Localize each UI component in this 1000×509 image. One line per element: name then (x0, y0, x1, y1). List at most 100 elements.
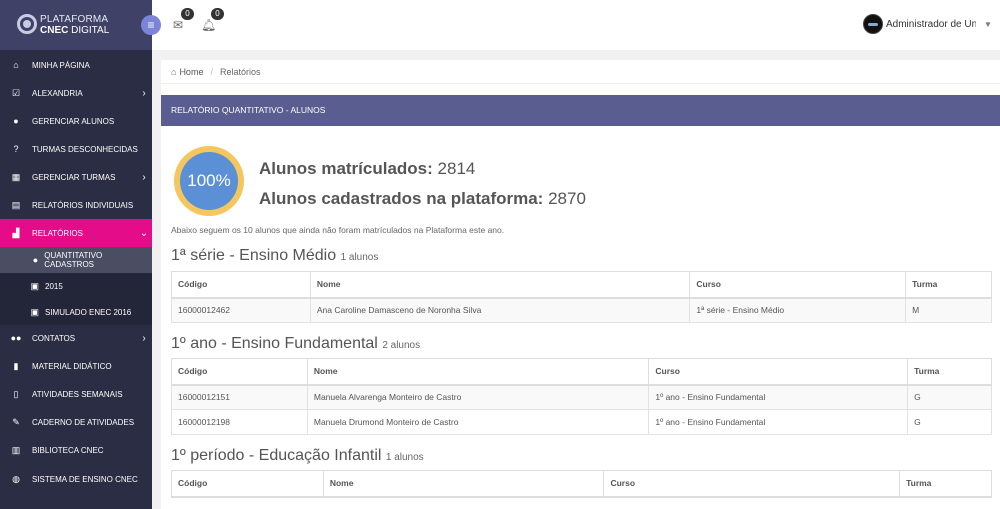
cell-codigo: 16000012198 (171, 409, 308, 435)
globe-icon: ◍ (12, 473, 20, 484)
edit-icon: ✎ (12, 416, 20, 427)
column-header-curso[interactable]: Curso (603, 470, 901, 498)
users-icon: ●● (10, 333, 22, 343)
registered-value: 2870 (548, 189, 586, 208)
home-icon: ⌂ (13, 60, 19, 70)
sidebar-item-label: Material Didático (32, 361, 112, 371)
sidebar-item-alexandria[interactable]: ☑ Alexandria › (0, 79, 152, 107)
brand-logo-area[interactable]: PLATAFORMA CNEC DIGITAL (0, 0, 152, 50)
column-header-curso[interactable]: Curso (648, 358, 909, 386)
sidebar-item-label: Contatos (32, 333, 76, 343)
chevron-down-icon: ⌄ (139, 227, 149, 239)
column-header-codigo[interactable]: Código (171, 470, 324, 498)
sidebar-item-label: Relatórios (32, 228, 83, 238)
sidebar-item-label: Caderno de Atividades (32, 417, 135, 427)
column-header-nome[interactable]: Nome (306, 358, 650, 386)
sidebar-item-relatorios[interactable]: ▟ Relatórios ⌄ (0, 219, 152, 247)
library-icon: ▥ (11, 444, 21, 455)
chart-icon: ▟ (12, 227, 20, 238)
bell-icon[interactable]: 🔔︎ (201, 18, 216, 32)
table-row: 16000012462 Ana Caroline Damasceno de No… (171, 297, 992, 323)
sidebar-item-sistema-de-ensino-cnec[interactable]: ◍ Sistema de Ensino CNEC (0, 465, 152, 493)
column-header-codigo[interactable]: Código (171, 358, 308, 386)
sidebar-item-label: Relatórios Individuais (32, 200, 134, 210)
cell-codigo: 16000012462 (171, 297, 311, 323)
top-bar: PLATAFORMA CNEC DIGITAL ≡ ✉ 0 🔔︎ 0 Admin… (0, 0, 1000, 50)
table-row: 16000012151 Manuela Alvarenga Monteiro d… (171, 384, 992, 410)
students-table: Código Nome Curso Turma (171, 470, 992, 498)
sidebar-subitem-2015[interactable]: ▣ 2015 (0, 273, 152, 299)
breadcrumb-current: Relatórios (219, 66, 261, 77)
cell-curso: 1º ano - Ensino Fundamental (648, 384, 909, 410)
book-icon: ▮ (13, 360, 19, 371)
breadcrumb-separator: / (210, 66, 213, 77)
brand-line1: PLATAFORMA (40, 14, 109, 25)
section-title: 1º ano - Ensino Fundamental 2 alunos (171, 335, 421, 352)
column-header-codigo[interactable]: Código (171, 271, 311, 299)
percent-ring: 100% (174, 146, 244, 216)
main-content: ⌂ Home / Relatórios RELATÓRIO QUANTITATI… (161, 60, 1000, 509)
cell-nome: Manuela Drumond Monteiro de Castro (306, 409, 650, 435)
sidebar-subitem-label: SIMULADO ENEC 2016 (45, 307, 132, 317)
user-icon: ● (32, 255, 39, 265)
students-table: Código Nome Curso Turma 16000012151 Manu… (171, 358, 992, 435)
sidebar-subitem-quantitativo-cadastros[interactable]: ● QUANTITATIVO CADASTROS (0, 247, 152, 273)
user-menu[interactable]: Administrador de Unidade ▼ (863, 12, 1000, 36)
sidebar-subitem-label: QUANTITATIVO CADASTROS (44, 251, 103, 269)
table-header-row: Código Nome Curso Turma (171, 470, 992, 498)
sidebar-subitem-label: 2015 (45, 281, 63, 291)
sidebar-item-label: Gerenciar Turmas (32, 172, 116, 182)
sidebar: ⌂ Minha Página ☑ Alexandria › ● Gerencia… (0, 50, 152, 509)
breadcrumb-home-link[interactable]: Home (179, 67, 203, 77)
sidebar-item-label: Sistema de Ensino CNEC (32, 474, 138, 484)
sidebar-item-label: Atividades Semanais (32, 389, 123, 399)
brand-line2: CNEC DIGITAL (40, 25, 110, 36)
sidebar-item-material-didatico[interactable]: ▮ Material Didático (0, 352, 152, 380)
students-table: Código Nome Curso Turma 16000012462 Ana … (171, 271, 992, 323)
percent-value: 100% (180, 152, 238, 210)
chevron-right-icon: › (142, 332, 146, 344)
sidebar-item-turmas-desconhecidas[interactable]: ? Turmas Desconhecidas (0, 135, 152, 163)
enrolled-value: 2814 (437, 159, 476, 178)
panel-title: RELATÓRIO QUANTITATIVO - ALUNOS (161, 95, 1000, 126)
mail-icon[interactable]: ✉ (171, 18, 185, 32)
avatar (863, 14, 883, 34)
sidebar-item-gerenciar-turmas[interactable]: ▦ Gerenciar Turmas › (0, 163, 152, 191)
registered-stat: Alunos cadastrados na plataforma: 2870 (259, 189, 586, 209)
sidebar-item-relatorios-individuais[interactable]: ▤ Relatórios Individuais (0, 191, 152, 219)
menu-toggle-button[interactable]: ≡ (141, 15, 161, 35)
column-header-turma[interactable]: Turma (907, 358, 992, 386)
column-header-nome[interactable]: Nome (322, 470, 605, 498)
sidebar-item-caderno-de-atividades[interactable]: ✎ Caderno de Atividades (0, 408, 152, 436)
sidebar-item-label: Gerenciar Alunos (32, 116, 115, 126)
cnec-logo-icon (17, 14, 37, 34)
cell-curso: 1º ano - Ensino Fundamental (648, 409, 909, 435)
check-square-icon: ☑ (11, 87, 21, 98)
sidebar-item-biblioteca-cnec[interactable]: ▥ Biblioteca CNEC (0, 436, 152, 464)
table-header-row: Código Nome Curso Turma (171, 271, 992, 299)
breadcrumb: ⌂ Home / Relatórios (161, 60, 1000, 84)
chevron-down-icon: ▼ (984, 19, 992, 29)
section-title: 1º período - Educação Infantil 1 alunos (171, 447, 424, 464)
column-header-nome[interactable]: Nome (309, 271, 691, 299)
username: Administrador de Unidade (886, 18, 976, 30)
chevron-right-icon: › (142, 87, 146, 99)
enrolled-label: Alunos matrículados: (259, 159, 433, 178)
question-icon: ? (13, 144, 19, 154)
sidebar-item-label: Turmas Desconhecidas (32, 144, 138, 154)
column-header-turma[interactable]: Turma (905, 271, 992, 299)
document-icon: ▤ (11, 199, 21, 210)
sidebar-item-minha-pagina[interactable]: ⌂ Minha Página (0, 51, 152, 79)
sidebar-item-label: Alexandria (32, 88, 83, 98)
sidebar-subitem-simulado-enec-2016[interactable]: ▣ SIMULADO ENEC 2016 (0, 299, 152, 325)
table-row: 16000012198 Manuela Drumond Monteiro de … (171, 409, 992, 435)
cell-codigo: 16000012151 (171, 384, 308, 410)
sidebar-item-atividades-semanais[interactable]: ▯ Atividades Semanais (0, 380, 152, 408)
cell-curso: 1ª série - Ensino Médio (689, 297, 907, 323)
calendar-icon: ▣ (30, 306, 39, 317)
column-header-curso[interactable]: Curso (689, 271, 907, 299)
sidebar-item-gerenciar-alunos[interactable]: ● Gerenciar Alunos (0, 107, 152, 135)
sidebar-item-contatos[interactable]: ●● Contatos › (0, 324, 152, 352)
grid-icon: ▦ (11, 171, 21, 182)
column-header-turma[interactable]: Turma (899, 470, 992, 498)
